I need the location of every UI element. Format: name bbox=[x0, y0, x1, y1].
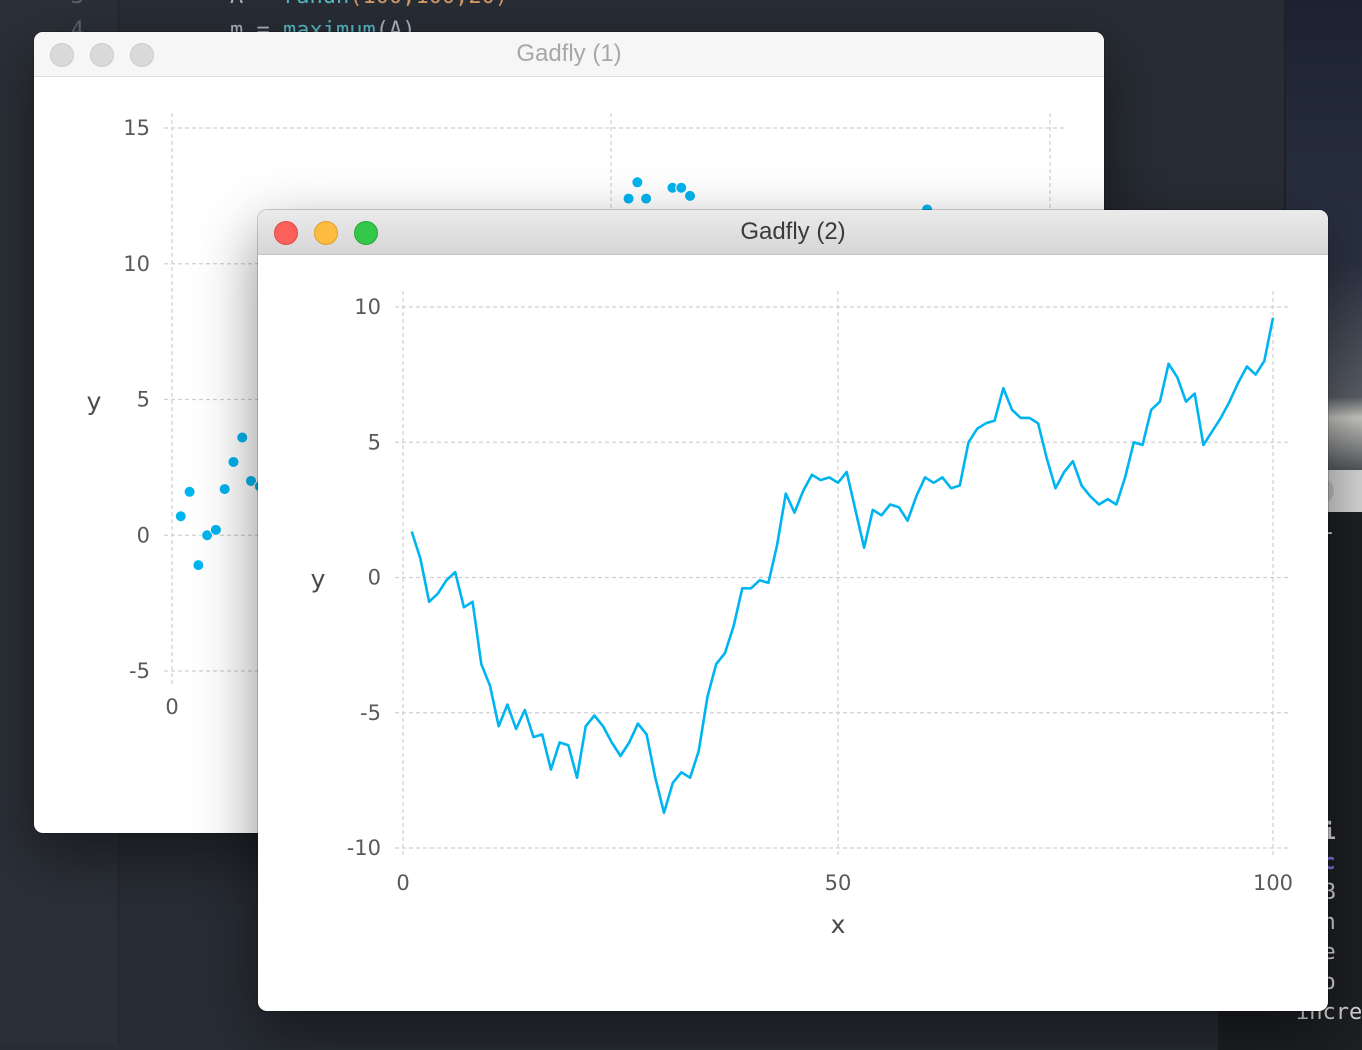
x-axis-label: x bbox=[831, 910, 846, 939]
y-tick-label: -5 bbox=[129, 659, 150, 683]
window-titlebar[interactable]: Gadfly (2) bbox=[258, 210, 1328, 255]
code-line[interactable]: A = randn(100,100,20) bbox=[230, 0, 508, 9]
y-tick-label: 5 bbox=[368, 430, 381, 454]
y-tick-label: 5 bbox=[137, 388, 150, 412]
window-title: Gadfly (1) bbox=[516, 40, 622, 67]
series-line bbox=[410, 317, 1275, 815]
data-point bbox=[236, 431, 249, 444]
x-tick-label: 50 bbox=[825, 871, 852, 895]
data-point bbox=[640, 192, 653, 205]
code-function: randn bbox=[283, 0, 349, 9]
y-tick-label: 0 bbox=[137, 523, 150, 547]
data-point bbox=[622, 192, 635, 205]
data-point bbox=[192, 559, 205, 572]
y-tick-label: -10 bbox=[347, 836, 381, 860]
y-axis-label: y bbox=[87, 387, 102, 416]
y-tick-label: 15 bbox=[123, 116, 150, 140]
data-point bbox=[209, 523, 222, 536]
data-point bbox=[227, 455, 240, 468]
y-tick-label: 10 bbox=[123, 252, 150, 276]
y-axis-label: y bbox=[311, 565, 326, 594]
gadfly-window-2[interactable]: Gadfly (2) 0 50 100 10 5 0 -5 -10 x y bbox=[258, 210, 1328, 1011]
y-tick-label: 0 bbox=[368, 566, 381, 590]
data-point bbox=[684, 189, 697, 202]
y-tick-label: -5 bbox=[360, 701, 381, 725]
data-point bbox=[218, 483, 231, 496]
data-point bbox=[675, 181, 688, 194]
y-tick-label: 10 bbox=[354, 295, 381, 319]
data-point bbox=[174, 510, 187, 523]
window-title: Gadfly (2) bbox=[740, 218, 846, 245]
line-number: 3 bbox=[0, 0, 84, 9]
x-tick-label: 0 bbox=[396, 871, 409, 895]
data-point bbox=[631, 176, 644, 189]
line-plot[interactable]: 0 50 1001050-5-10xy bbox=[258, 255, 1328, 1011]
code-var: A = bbox=[230, 0, 283, 9]
x-tick-label: 0 bbox=[165, 695, 178, 719]
window-titlebar[interactable]: Gadfly (1) bbox=[34, 32, 1104, 77]
data-point bbox=[183, 485, 196, 498]
x-tick-label: 100 bbox=[1253, 871, 1293, 895]
code-args: (100,100,20) bbox=[349, 0, 508, 9]
